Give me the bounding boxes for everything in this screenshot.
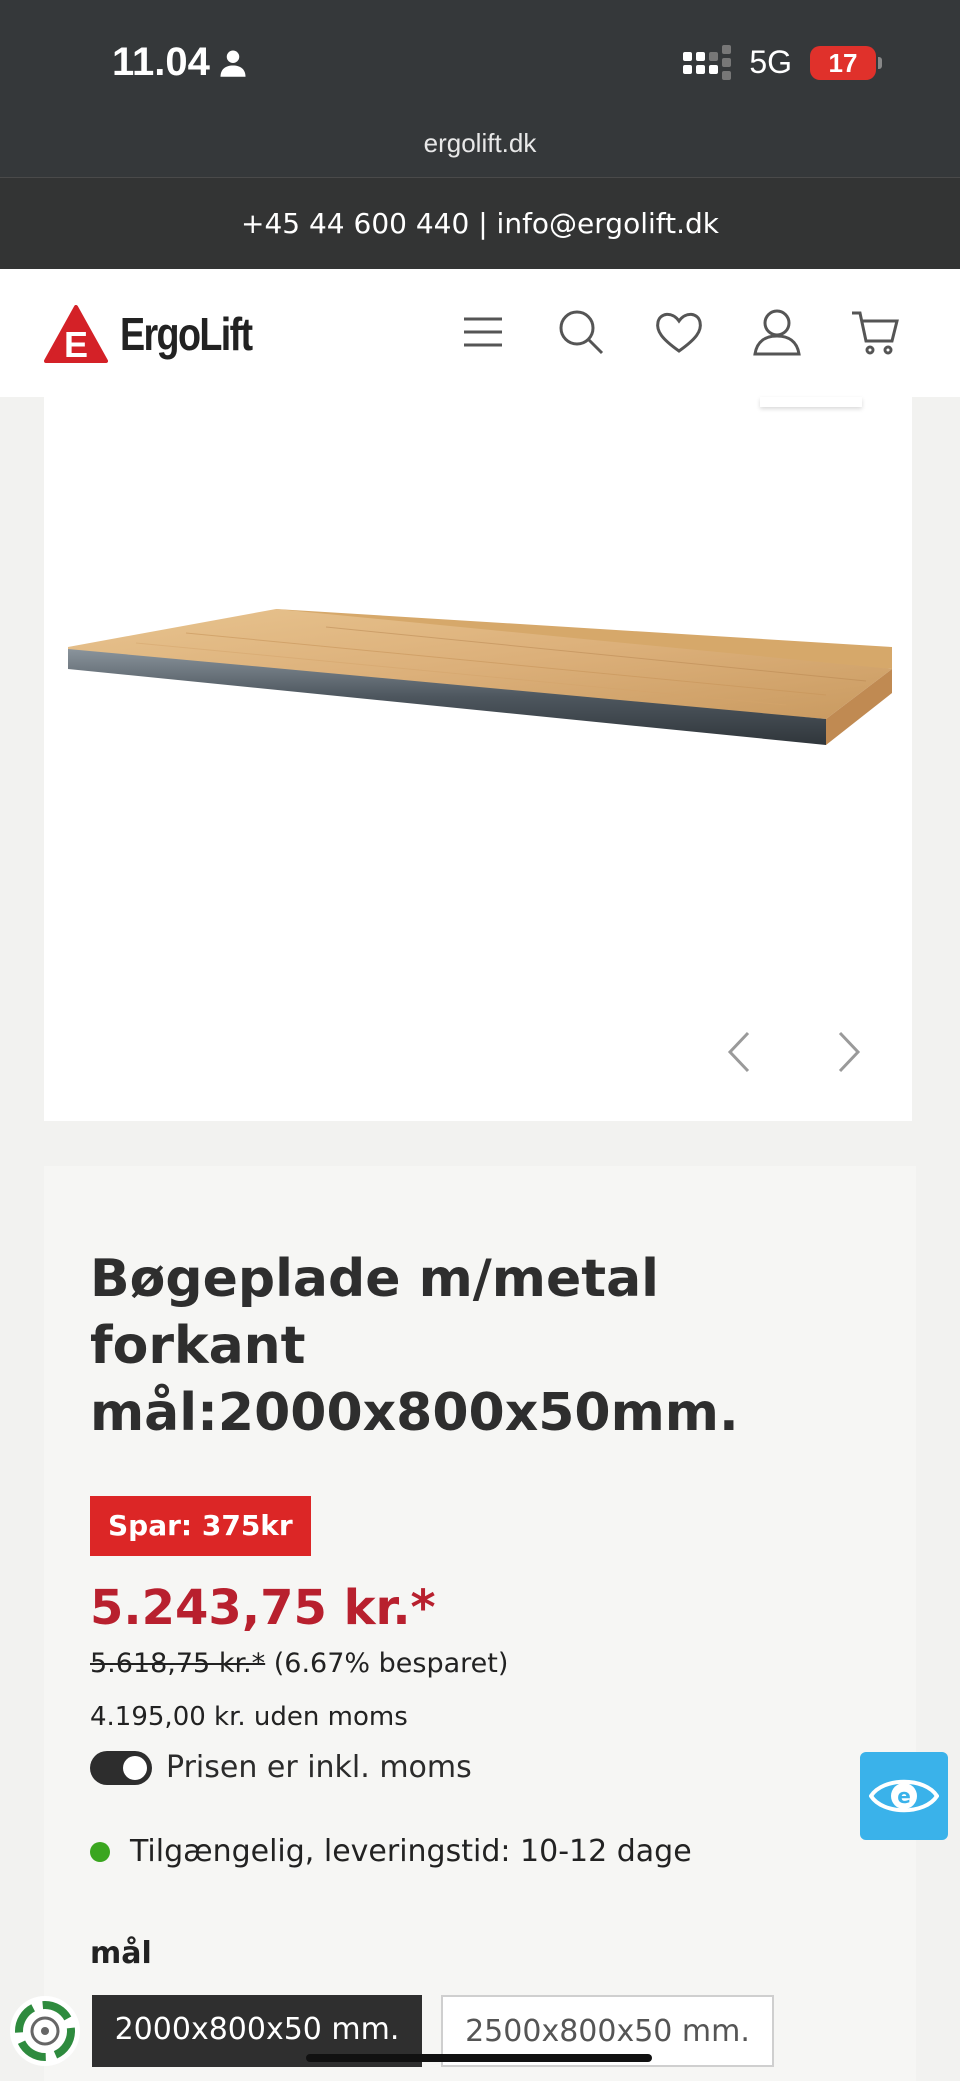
availability-text: Tilgængelig, leveringstid: 10-12 dage [130, 1834, 692, 1869]
product-info-panel: Bøgeplade m/metal forkant mål:2000x800x5… [44, 1166, 916, 2081]
logo-text: ErgoLift [120, 308, 253, 360]
availability: Tilgængelig, leveringstid: 10-12 dage [90, 1834, 692, 1869]
status-time: 11.04 [112, 40, 248, 85]
accessibility-button[interactable]: e [860, 1752, 948, 1840]
logo-letter: E [64, 324, 88, 363]
address-bar[interactable]: ergolift.dk [0, 128, 960, 159]
cart-icon[interactable] [850, 307, 900, 357]
header-nav [458, 307, 900, 357]
network-type: 5G [749, 44, 792, 80]
vat-toggle-label: Prisen er inkl. moms [166, 1750, 472, 1785]
eco-badge[interactable] [10, 1996, 80, 2066]
battery-icon: 17 [810, 45, 882, 80]
person-icon [220, 50, 246, 77]
in-stock-icon [90, 1841, 110, 1862]
status-bar: 11.04 5G 17 ergolift.dk [0, 0, 960, 177]
signal-icon [683, 45, 732, 80]
heart-icon[interactable] [654, 307, 704, 357]
svg-text:e: e [897, 1784, 911, 1808]
menu-icon[interactable] [458, 307, 508, 357]
recycle-icon [15, 2001, 75, 2061]
old-price: 5.618,75 kr.* [90, 1648, 266, 1679]
gallery-tab[interactable] [760, 397, 862, 407]
product-gallery[interactable] [44, 397, 912, 1121]
home-indicator [306, 2054, 652, 2062]
old-price-line: 5.618,75 kr.* (6.67% besparet) [90, 1648, 508, 1679]
vat-toggle[interactable] [90, 1750, 152, 1785]
clock-text: 11.04 [112, 40, 210, 84]
eye-icon: e [869, 1779, 939, 1813]
product-title: Bøgeplade m/metal forkant mål:2000x800x5… [90, 1249, 739, 1443]
logo-mark-icon: E [44, 305, 108, 363]
chevron-right-icon [838, 1031, 861, 1073]
gallery-prev-button[interactable] [720, 1027, 760, 1077]
contact-bar[interactable]: +45 44 600 440 | info@ergolift.dk [0, 177, 960, 269]
vat-toggle-row[interactable]: Prisen er inkl. moms [90, 1750, 472, 1785]
gallery-next-button[interactable] [828, 1027, 868, 1077]
product-image [68, 609, 892, 745]
site-header: E ErgoLift [0, 269, 960, 397]
chevron-left-icon [727, 1031, 750, 1073]
dimension-label: mål [90, 1936, 152, 1971]
status-indicators: 5G 17 [683, 44, 882, 81]
price-ex-vat: 4.195,00 kr. uden moms [90, 1702, 408, 1732]
save-badge: Spar: 375kr [90, 1496, 311, 1556]
ergolift-logo[interactable]: E ErgoLift [44, 305, 280, 363]
current-price: 5.243,75 kr.* [90, 1580, 436, 1636]
search-icon[interactable] [556, 307, 606, 357]
user-icon[interactable] [752, 307, 802, 357]
saved-percent: (6.67% besparet) [273, 1648, 509, 1679]
